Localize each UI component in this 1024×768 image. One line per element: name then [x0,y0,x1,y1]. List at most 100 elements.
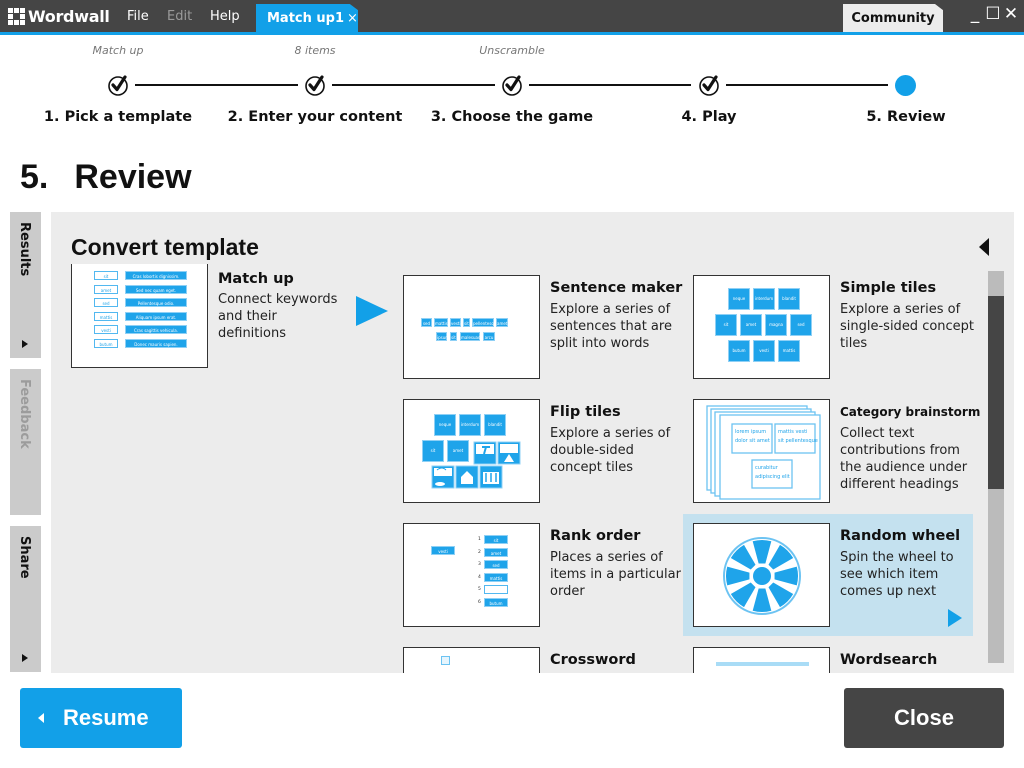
menu-file[interactable]: File [127,0,149,32]
step-2-check-icon[interactable] [303,73,327,97]
step-3-check-icon[interactable] [500,73,524,97]
thumb-keyword: mattis [94,311,118,321]
template-title[interactable]: Wordsearch [840,652,937,668]
brainstorm-cards-icon: lorem ipsum dolor sit amet mattis vesti … [706,405,821,500]
template-thumb-crossword[interactable] [403,647,540,673]
menu-help[interactable]: Help [210,0,240,32]
side-tab-share-label: Share [17,536,32,579]
template-thumb-flip-tiles[interactable]: neque interdum blandit sit amet [403,399,540,503]
template-thumb-sentence-maker[interactable]: sed mattis vesti sit pellentesque amet ipsum si… [403,275,540,379]
convert-template-panel: Convert template sit amet sed mattis vesti bu… [51,212,1014,673]
template-title[interactable]: Sentence maker [550,280,682,296]
thumb-tile: amet [740,314,762,336]
template-title[interactable]: Category brainstorm [840,405,980,419]
thumb-rank-item: sed [484,560,508,569]
thumb-word: malesuada [460,332,483,341]
thumb-definition: Donec mauris sapien. [125,338,187,348]
thumb-rank-number: 3 [478,562,481,567]
step-1-label[interactable]: 1. Pick a template [18,109,218,125]
step-1-sub: Match up [92,44,144,57]
side-tab-results-label: Results [17,222,32,277]
thumb-keyword: sit [94,271,118,280]
step-4-label[interactable]: 4. Play [609,109,809,125]
side-tab-feedback-label: Feedback [17,379,32,449]
community-tab[interactable]: Community [843,4,943,32]
step-1-check-icon[interactable] [106,73,130,97]
step-connector [135,84,298,86]
template-title[interactable]: Random wheel [840,528,960,544]
app-logo: Wordwall [8,6,110,26]
thumb-tile: butum [728,340,750,362]
wordsearch-grid [716,662,809,666]
note-text: lorem ipsum [735,429,766,435]
side-tab-share[interactable]: Share [10,526,41,672]
thumb-word: amet [496,318,508,327]
thumb-definition: Cras lobortis dignissim. [125,271,187,280]
note-text: curabitur [755,465,779,471]
thumb-rank-number: 5 [478,587,481,592]
thumb-word: sit [463,318,470,327]
step-4-check-icon[interactable] [697,73,721,97]
maximize-icon[interactable]: ☐ [984,5,1002,25]
thumb-tile: vesti [753,340,775,362]
close-tab-icon[interactable]: × [347,11,358,26]
document-tab-label: Match up1 [267,11,345,26]
thumb-word: vesti [450,318,461,327]
template-desc: Explore a series of single-sided concept… [840,302,975,351]
note-text: dolor sit amet [735,438,770,444]
thumb-definition: Pellentesque odio. [125,298,187,307]
scrollbar-thumb[interactable] [988,296,1004,489]
template-title[interactable]: Rank order [550,528,640,544]
thumb-word: mattis [434,318,448,327]
page-title-text: Review [74,158,192,196]
convert-arrow-icon [356,296,388,326]
expand-arrow-icon [22,654,28,662]
thumb-rank-item: mattis [484,572,508,582]
accent-line [0,32,1024,35]
side-tab-results[interactable]: Results [10,212,41,358]
app-name: Wordwall [28,6,110,26]
step-connector [332,84,495,86]
collapse-panel-icon[interactable] [979,238,989,256]
random-wheel-icon [723,537,801,615]
window-close-icon[interactable]: ✕ [1002,5,1020,25]
resume-label: Resume [63,705,149,730]
step-connector [529,84,691,86]
thumb-word: sed [421,318,432,327]
step-2-label[interactable]: 2. Enter your content [215,109,415,125]
page-number: 5. [20,158,49,196]
thumb-word: arcu [483,332,495,341]
minimize-icon[interactable]: _ [966,5,984,25]
current-template-title: Match up [218,271,294,287]
template-title[interactable]: Crossword [550,652,636,668]
thumb-tile: sit [715,314,737,336]
thumb-tile: mattis [778,340,800,362]
step-3-label[interactable]: 3. Choose the game [412,109,612,125]
template-title[interactable]: Simple tiles [840,280,936,296]
thumb-rank-item [484,585,508,594]
thumb-tile: sed [790,314,812,336]
side-tab-feedback[interactable]: Feedback [10,369,41,515]
template-thumb-simple-tiles[interactable]: neque interdum blandit sit amet magna sed butum… [693,275,830,379]
select-arrow-icon[interactable] [948,609,962,627]
template-desc: Explore a series of sentences that are s… [550,302,672,351]
thumb-tile: blandit [778,288,800,310]
thumb-definition: Aliquam ipsum erat. [125,311,187,321]
step-2-sub: 8 items [294,44,336,57]
document-tab[interactable]: Match up1 × [256,4,358,32]
thumb-rank-item: sit [484,535,508,544]
step-5-current-dot [895,75,916,96]
current-template-desc: Connect keywords and their definitions [218,292,338,341]
template-thumb-category-brainstorm[interactable]: lorem ipsum dolor sit amet mattis vesti … [693,399,830,503]
template-thumb-random-wheel[interactable] [693,523,830,627]
thumb-rank-number: 2 [478,549,481,555]
template-thumb-rank-order[interactable]: vesti 1 sit 2 amet 3 sed 4 mattis 5 6 butum [403,523,540,627]
template-desc: Places a series of items in a particular… [550,550,681,599]
thumb-keyword: vesti [94,325,118,334]
resume-button[interactable]: Resume [20,688,182,748]
template-thumb-wordsearch[interactable] [693,647,830,673]
close-button[interactable]: Close [844,688,1004,748]
step-connector [726,84,888,86]
menu-edit[interactable]: Edit [167,0,192,32]
template-title[interactable]: Flip tiles [550,404,621,420]
